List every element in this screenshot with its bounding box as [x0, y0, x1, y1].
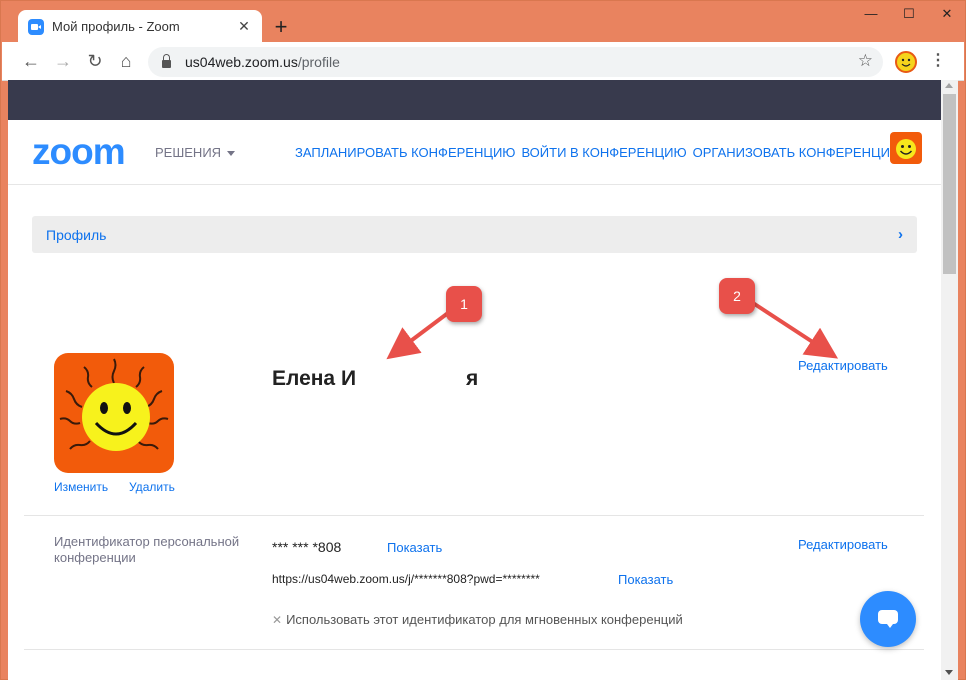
reload-button[interactable]: ↻ [84, 50, 106, 72]
url-text: us04web.zoom.us/profile [185, 54, 340, 70]
lock-icon [162, 54, 171, 68]
home-button[interactable]: ⌂ [115, 50, 137, 72]
browser-menu-icon[interactable]: ⋮ [930, 50, 946, 72]
maximize-button[interactable]: ☐ [895, 6, 923, 22]
new-tab-button[interactable]: + [270, 16, 292, 38]
scroll-thumb[interactable] [943, 94, 956, 274]
sun-face-icon [901, 58, 911, 67]
close-window-button[interactable]: ✕ [933, 6, 961, 22]
zoom-favicon-icon [28, 18, 44, 35]
browser-tab[interactable]: Мой профиль - Zoom ✕ [18, 10, 262, 43]
bookmark-star-icon[interactable]: ☆ [858, 51, 873, 71]
title-bar: Мой профиль - Zoom ✕ + — ☐ ✕ [2, 2, 964, 43]
minimize-button[interactable]: — [857, 6, 885, 21]
browser-toolbar: ← → ↻ ⌂ us04web.zoom.us/profile ☆ ⋮ [2, 42, 964, 81]
back-button[interactable]: ← [20, 50, 42, 72]
callout-1-arrow [386, 311, 450, 360]
tab-close-icon[interactable]: ✕ [236, 18, 252, 35]
annotation-arrows [386, 301, 839, 360]
address-bar[interactable]: us04web.zoom.us/profile ☆ [148, 47, 883, 77]
tab-title: Мой профиль - Zoom [52, 19, 180, 34]
callout-2-arrow [751, 301, 839, 359]
scroll-down-icon[interactable] [945, 670, 953, 675]
scroll-up-icon[interactable] [945, 83, 953, 88]
page-viewport: zoom РЕШЕНИЯ ЗАПЛАНИРОВАТЬ КОНФЕРЕНЦИЮ В… [8, 80, 941, 680]
callout-badge-1: 1 [446, 286, 482, 322]
callout-badge-2: 2 [719, 278, 755, 314]
page-scrollbar[interactable] [941, 80, 958, 680]
browser-profile-avatar[interactable] [895, 51, 917, 73]
forward-button[interactable]: → [52, 50, 74, 72]
